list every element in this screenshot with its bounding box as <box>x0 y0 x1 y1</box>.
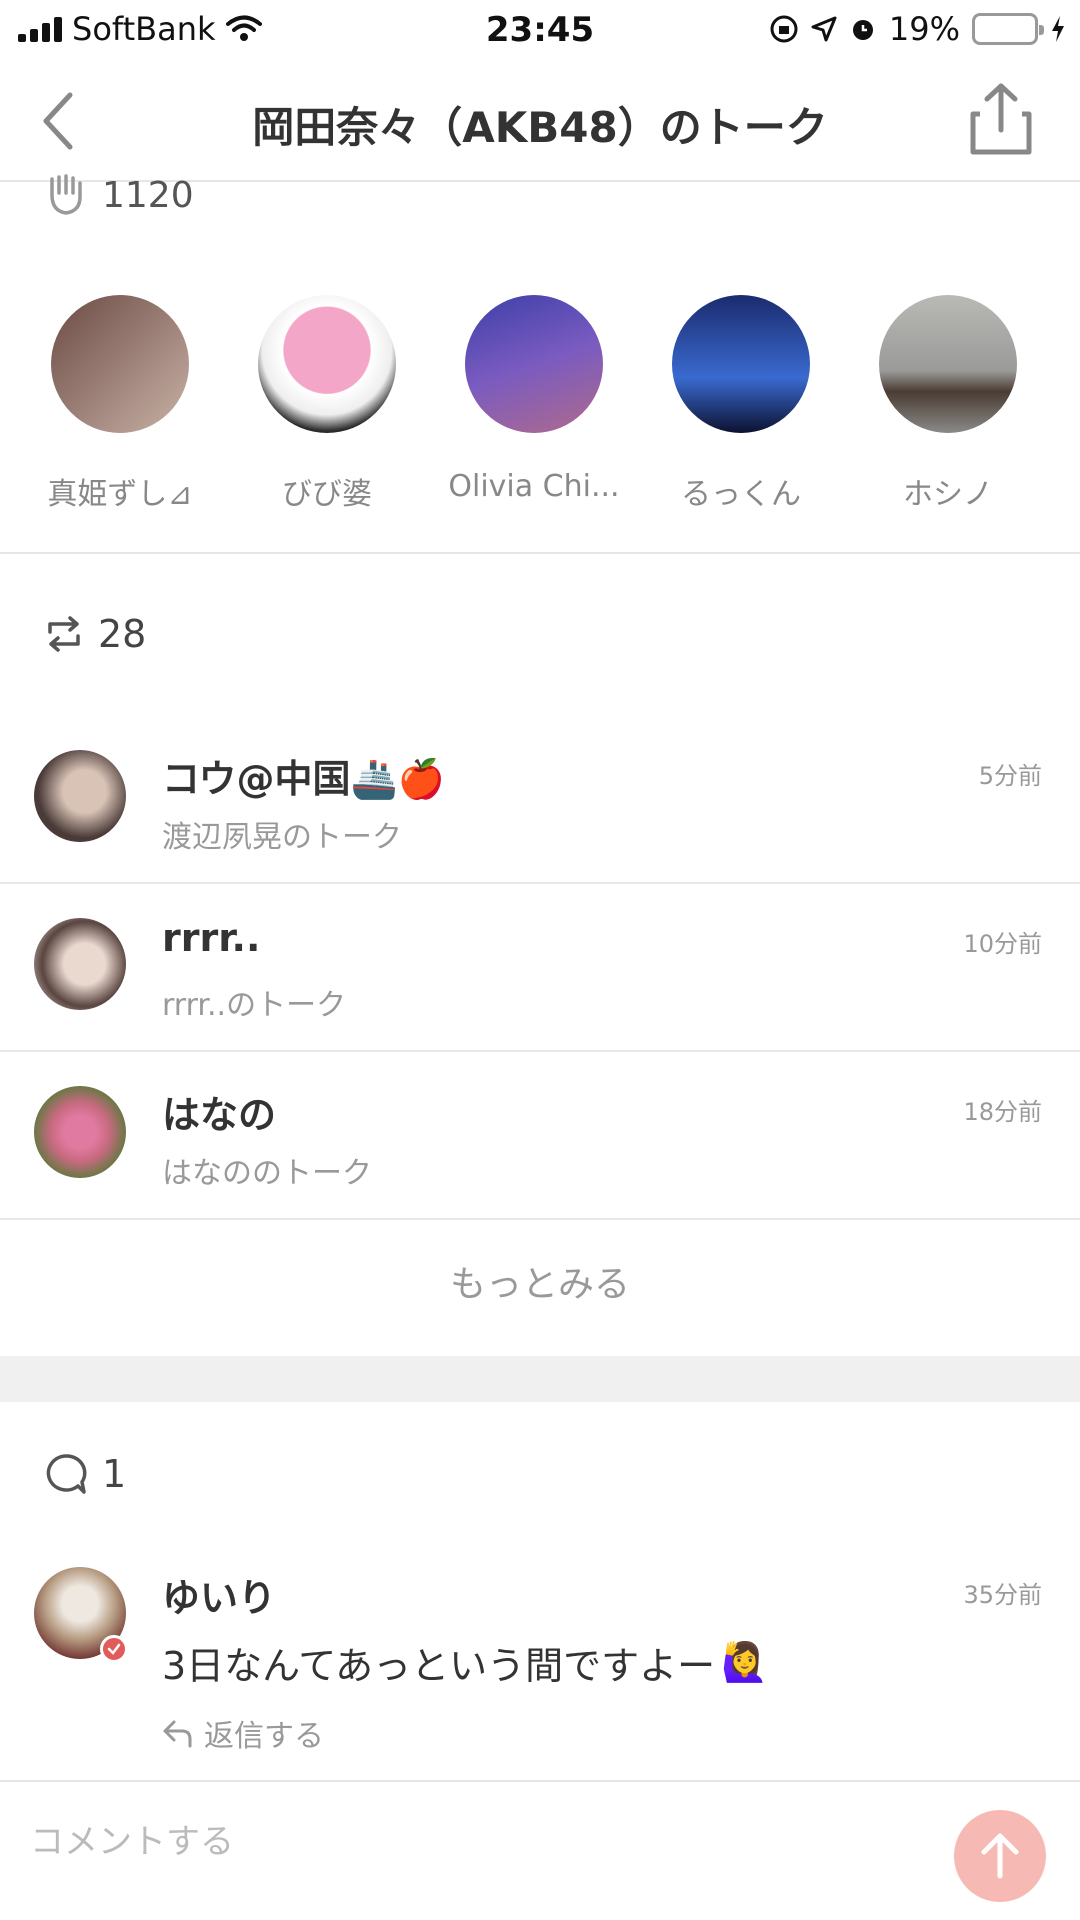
reposter-time: 10分前 <box>963 930 1042 958</box>
clapper-item[interactable]: 真姫ずし⊿ <box>20 295 220 513</box>
comment-count-row: 1 <box>44 1452 126 1496</box>
repost-icon <box>48 616 80 652</box>
reposter-talk: rrrr..のトーク <box>162 988 347 1023</box>
check-icon <box>107 1643 121 1655</box>
comment-text: 3日なんてあっという間ですよー <box>162 1644 716 1688</box>
status-right: 19% <box>769 10 1066 48</box>
reposter-talk: はなののトーク <box>162 1156 372 1191</box>
reposter-talk: 渡辺夙晃のトーク <box>162 820 402 855</box>
repost-count-row: 28 <box>44 612 146 656</box>
clapper-item[interactable]: びび婆 <box>227 295 427 513</box>
reply-button[interactable]: 返信する <box>162 1711 324 1755</box>
clap-count: 1120 <box>102 174 194 216</box>
comment-emoji: 🙋‍♀️ <box>721 1640 769 1684</box>
clapper-name: ホシノ <box>903 477 993 512</box>
avatar <box>672 295 810 433</box>
page-title: 岡田奈々（AKB48）のトーク <box>252 103 828 152</box>
avatar <box>34 1086 126 1178</box>
reposter-name: rrrr.. <box>162 916 261 960</box>
clapper-name: 真姫ずし⊿ <box>47 477 193 512</box>
battery-percent: 19% <box>888 10 960 48</box>
orientation-lock-icon <box>770 15 798 43</box>
share-button[interactable] <box>968 82 1034 158</box>
verified-badge <box>100 1635 128 1663</box>
alarm-icon <box>852 20 873 40</box>
location-icon <box>811 16 837 42</box>
reply-label: 返信する <box>204 1719 324 1754</box>
clapper-name: Olivia Chi... <box>448 469 620 504</box>
reposter-name: コウ@中国🚢🍎 <box>162 757 446 801</box>
avatar <box>879 295 1017 433</box>
reposter-time: 5分前 <box>978 762 1042 790</box>
divider <box>0 552 1080 554</box>
comment-item: ゆいり 35分前 3日なんてあっという間ですよー 🙋‍♀️ 返信する <box>0 1545 1080 1785</box>
send-button[interactable] <box>954 1810 1046 1902</box>
chevron-left-icon <box>43 92 73 150</box>
comment-time: 35分前 <box>963 1581 1042 1609</box>
comment-bubble-icon <box>46 1454 87 1494</box>
avatar <box>258 295 396 433</box>
see-more-button[interactable]: もっとみる <box>0 1220 1080 1350</box>
avatar <box>34 918 126 1010</box>
clap-count-row: 1120 <box>44 170 194 220</box>
comment-input[interactable] <box>30 1802 910 1882</box>
list-item[interactable]: はなの はなののトーク 18分前 <box>0 1054 1080 1220</box>
section-separator <box>0 1356 1080 1402</box>
clapper-item[interactable]: Olivia Chi... <box>434 295 634 504</box>
repost-count: 28 <box>98 612 147 656</box>
clapper-carousel: 真姫ずし⊿ びび婆 Olivia Chi... るっくん ホシノ <box>0 295 1080 555</box>
clap-icon <box>50 174 82 215</box>
reposter-name: はなの <box>162 1093 277 1137</box>
avatar[interactable] <box>34 1567 128 1663</box>
arrow-up-icon <box>981 1833 1019 1879</box>
back-button[interactable] <box>28 88 88 154</box>
status-bar: SoftBank 23:45 19% <box>0 0 1080 60</box>
reposter-time: 18分前 <box>963 1098 1042 1126</box>
comment-body: 3日なんてあっという間ですよー 🙋‍♀️ <box>162 1635 768 1690</box>
clapper-item[interactable]: ホシノ <box>848 295 1048 513</box>
battery-icon <box>972 13 1044 45</box>
reply-icon <box>163 1720 192 1748</box>
avatar <box>51 295 189 433</box>
nav-bar: 岡田奈々（AKB48）のトーク <box>0 60 1080 182</box>
comment-count: 1 <box>102 1452 127 1496</box>
comment-author: ゆいり <box>162 1576 277 1620</box>
list-item[interactable]: コウ@中国🚢🍎 渡辺夙晃のトーク 5分前 <box>0 718 1080 884</box>
comment-input-bar <box>0 1780 1080 1920</box>
avatar <box>34 750 126 842</box>
charging-icon <box>1052 16 1064 42</box>
clapper-item[interactable]: るっくん <box>641 295 841 513</box>
clapper-name: るっくん <box>681 477 801 512</box>
clapper-name: びび婆 <box>282 477 372 512</box>
share-icon <box>970 83 1032 155</box>
list-item[interactable]: rrrr.. rrrr..のトーク 10分前 <box>0 886 1080 1052</box>
avatar <box>465 295 603 433</box>
